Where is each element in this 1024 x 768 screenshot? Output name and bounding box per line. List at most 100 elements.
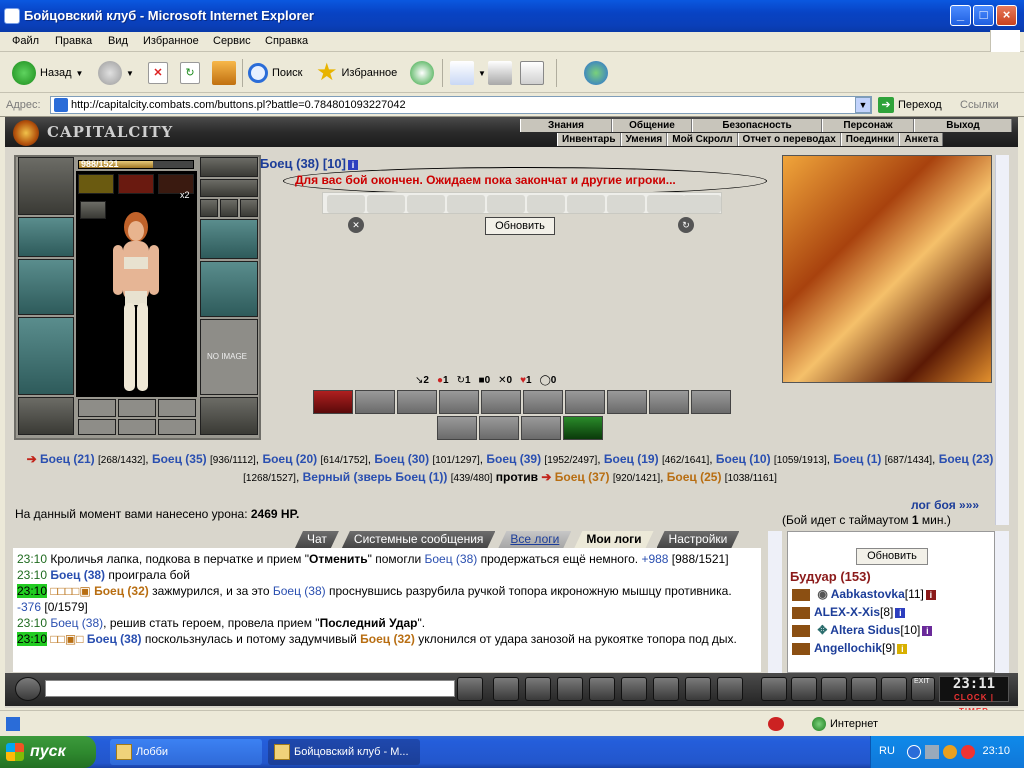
nav-battles[interactable]: Поединки bbox=[840, 133, 900, 146]
team-member[interactable]: Боец (21) bbox=[40, 452, 95, 466]
send-icon[interactable] bbox=[457, 677, 483, 701]
bag-icon[interactable] bbox=[761, 677, 787, 701]
gloves-slot[interactable] bbox=[200, 219, 258, 259]
effect-slot[interactable] bbox=[118, 174, 154, 194]
roster-scrollbar[interactable] bbox=[995, 531, 1009, 673]
tab-all-logs[interactable]: Все логи bbox=[498, 531, 571, 548]
translit-icon[interactable] bbox=[621, 677, 647, 701]
skill-icon[interactable] bbox=[355, 390, 395, 414]
tab-system[interactable]: Системные сообщения bbox=[342, 531, 496, 548]
hand-icon[interactable] bbox=[653, 677, 679, 701]
task-fightclub[interactable]: Бойцовский клуб - M... bbox=[268, 739, 420, 765]
nav-knowledge[interactable]: Знания bbox=[520, 119, 612, 132]
save-icon[interactable] bbox=[557, 677, 583, 701]
ring-slot[interactable] bbox=[200, 199, 218, 217]
task-lobby[interactable]: Лобби bbox=[110, 739, 262, 765]
quest-icon[interactable] bbox=[791, 677, 817, 701]
skill-icon[interactable] bbox=[649, 390, 689, 414]
page-scrollbar[interactable] bbox=[995, 155, 1009, 525]
menu-view[interactable]: Вид bbox=[108, 35, 128, 47]
minimize-button[interactable]: _ bbox=[950, 5, 971, 26]
info-icon[interactable]: i bbox=[922, 626, 933, 636]
team-member[interactable]: Боец (20) bbox=[262, 452, 317, 466]
skill-icon[interactable] bbox=[437, 416, 477, 440]
armor-slot[interactable] bbox=[18, 317, 74, 395]
go-button[interactable]: ➔ Переход bbox=[878, 96, 942, 114]
menu-help[interactable]: Справка bbox=[265, 35, 308, 47]
chat-scrollbar[interactable] bbox=[768, 531, 782, 673]
skill-icon[interactable] bbox=[607, 390, 647, 414]
messenger-button[interactable] bbox=[584, 59, 608, 87]
skill-icon[interactable] bbox=[397, 390, 437, 414]
tab-chat[interactable]: Чат bbox=[295, 531, 339, 548]
clear-icon[interactable] bbox=[493, 677, 519, 701]
tray-icon[interactable] bbox=[961, 745, 975, 759]
address-dropdown-icon[interactable]: ▼ bbox=[855, 97, 871, 113]
rune-slot[interactable] bbox=[158, 399, 196, 417]
tab-my-logs[interactable]: Мои логи bbox=[574, 531, 653, 548]
log-player[interactable]: Боец (38) bbox=[273, 584, 326, 598]
team-member[interactable]: Верный (зверь Боец (1)) bbox=[303, 470, 448, 484]
filter-icon[interactable] bbox=[525, 677, 551, 701]
skill-icon[interactable] bbox=[565, 390, 605, 414]
tray-icon[interactable] bbox=[907, 745, 921, 759]
skill-icon[interactable] bbox=[691, 390, 731, 414]
ring-slot[interactable] bbox=[220, 199, 238, 217]
rune-slot[interactable] bbox=[118, 399, 156, 417]
print-button[interactable] bbox=[488, 59, 512, 87]
team-member[interactable]: Боец (23) bbox=[939, 452, 994, 466]
confirm-round-icon[interactable]: ↻ bbox=[678, 217, 694, 233]
back-button[interactable]: Назад ▼ bbox=[12, 59, 83, 87]
refresh-roster-button[interactable]: Обновить bbox=[856, 548, 928, 565]
chevron-down-icon[interactable]: ▼ bbox=[478, 69, 486, 78]
map-icon[interactable] bbox=[821, 677, 847, 701]
chat-input[interactable] bbox=[45, 680, 455, 697]
belt-slot[interactable] bbox=[18, 397, 74, 435]
team-member[interactable]: Боец (39) bbox=[486, 452, 541, 466]
forward-button[interactable]: ▼ bbox=[98, 59, 134, 87]
history-button[interactable] bbox=[410, 59, 434, 87]
menu-tools[interactable]: Сервис bbox=[213, 35, 251, 47]
skill-icon[interactable] bbox=[523, 390, 563, 414]
bracers-slot[interactable] bbox=[18, 217, 74, 257]
nav-security[interactable]: Безопасность bbox=[692, 119, 822, 132]
info-icon[interactable]: i bbox=[897, 644, 908, 654]
sound-icon[interactable] bbox=[717, 677, 743, 701]
skill-icon[interactable] bbox=[313, 390, 353, 414]
nav-character[interactable]: Персонаж bbox=[822, 119, 914, 132]
search-button[interactable]: Поиск bbox=[248, 59, 302, 87]
earrings-slot[interactable] bbox=[200, 157, 258, 177]
offhand-slot[interactable] bbox=[200, 261, 258, 317]
home-button[interactable] bbox=[212, 59, 236, 87]
menu-favorites[interactable]: Избранное bbox=[143, 35, 199, 47]
smiley-gear-icon[interactable] bbox=[15, 677, 41, 701]
weapon-slot[interactable] bbox=[18, 259, 74, 315]
favorites-button[interactable]: ★ Избранное bbox=[316, 59, 397, 87]
battle-log-link[interactable]: лог боя »»» bbox=[911, 498, 979, 512]
menu-file[interactable]: Файл bbox=[12, 35, 39, 47]
shop-icon[interactable] bbox=[851, 677, 877, 701]
amulet-slot[interactable] bbox=[200, 179, 258, 197]
fighter-name[interactable]: Боец (38) [10] i bbox=[260, 156, 358, 171]
roster-item[interactable]: ◉ Aabkastovka[11] i bbox=[792, 587, 936, 601]
team-member[interactable]: Боец (10) bbox=[716, 452, 771, 466]
chevron-down-icon[interactable]: ▼ bbox=[76, 69, 84, 78]
nav-skills[interactable]: Умения bbox=[620, 133, 668, 146]
log-player[interactable]: Боец (38) bbox=[87, 632, 142, 646]
nav-communication[interactable]: Общение bbox=[612, 119, 692, 132]
maximize-button[interactable]: □ bbox=[973, 5, 994, 26]
close-button[interactable]: × bbox=[996, 5, 1017, 26]
address-input[interactable]: http://capitalcity.combats.com/buttons.p… bbox=[50, 96, 872, 114]
boots-slot[interactable] bbox=[200, 397, 258, 435]
nav-profile[interactable]: Анкета bbox=[899, 133, 944, 146]
skill-icon[interactable] bbox=[481, 390, 521, 414]
mail-game-icon[interactable] bbox=[881, 677, 907, 701]
skill-icon[interactable] bbox=[479, 416, 519, 440]
nav-inventory[interactable]: Инвентарь bbox=[557, 133, 621, 146]
rune-slot[interactable] bbox=[78, 419, 116, 435]
links-button[interactable]: Ссылки bbox=[960, 99, 999, 111]
info-icon[interactable]: i bbox=[925, 590, 936, 600]
log-player[interactable]: Боец (32) bbox=[360, 632, 415, 646]
chevron-down-icon[interactable]: ▼ bbox=[126, 69, 134, 78]
action-icon[interactable] bbox=[792, 606, 810, 619]
